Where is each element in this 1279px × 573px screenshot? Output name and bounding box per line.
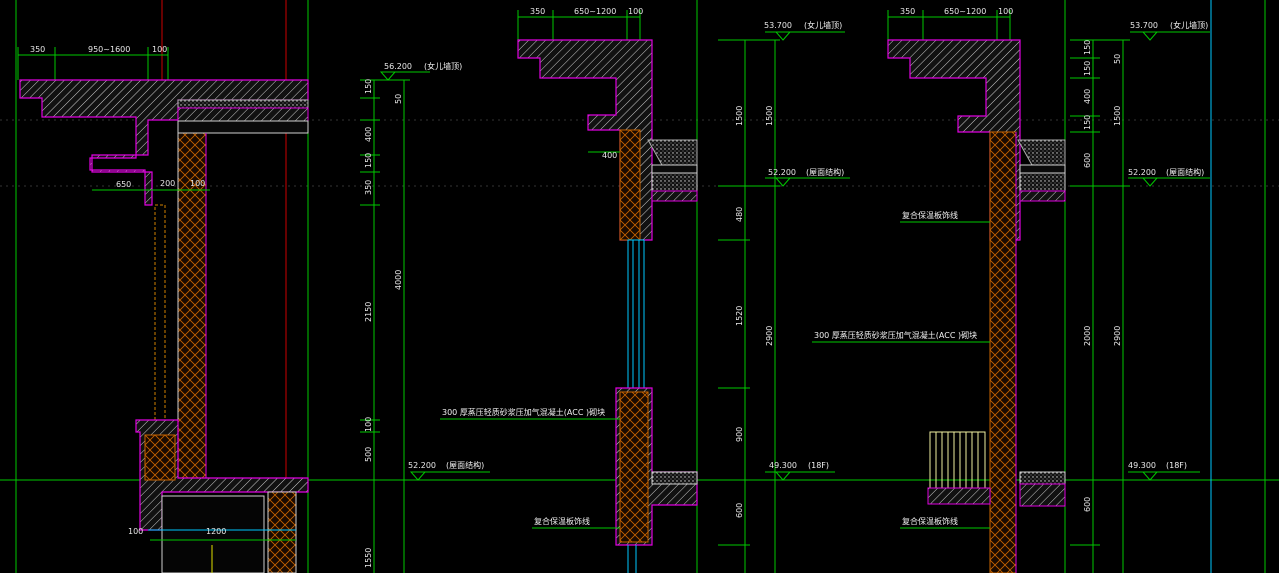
elevation-marker-mid: 52.200 (屋面结构) (765, 167, 850, 187)
dim-text: 500 (364, 447, 373, 462)
roof-slab (177, 107, 309, 122)
elevation-value: 53.700 (764, 21, 792, 30)
roof-fill (1017, 139, 1066, 166)
roof-insulation (177, 120, 309, 134)
dim-text: 150 (364, 79, 373, 94)
elevation-marker-top: 56.200 (女儿墙顶) (379, 61, 462, 81)
balcony-slab (927, 487, 991, 505)
dim-text: 100 (190, 179, 205, 188)
insulation-note: 复合保温板饰线 (902, 516, 958, 526)
roof-fill (647, 139, 698, 166)
dim-text: 150 (1083, 61, 1092, 76)
dim-text: 100 (628, 7, 643, 16)
dim-text: 150 (364, 153, 373, 168)
elevation-marker-top: 53.700 (女儿墙顶) (764, 20, 845, 41)
dim-text: 950~1600 (88, 45, 130, 54)
detail-c: 350 650~1200 100 复合保温板饰线 300 厚蒸压轻质砂浆压加气混… (812, 7, 1210, 573)
elevation-value: 49.300 (769, 461, 797, 470)
dim-text: 2900 (1113, 326, 1122, 346)
floor-layer (1019, 471, 1066, 485)
detail-c-top-dimension: 350 650~1200 100 (887, 7, 1013, 40)
dim-text: 400 (364, 127, 373, 142)
roof-layer (1019, 164, 1066, 174)
detail-b: 350 650~1200 100 400 300 厚蒸压轻质砂浆压加气混凝土(A… (440, 7, 850, 573)
elevation-note: (女儿墙顶) (424, 61, 462, 71)
elevation-note: (18F) (1166, 461, 1187, 470)
floor-slab (1019, 483, 1066, 507)
roof-insulation (1019, 172, 1066, 192)
lower-wall (144, 434, 176, 481)
wall-block (619, 129, 641, 241)
elevation-value: 53.700 (1130, 21, 1158, 30)
floor-layer (651, 471, 698, 485)
dim-text: 200 (160, 179, 175, 188)
dim-text: 1200 (206, 527, 226, 536)
dim-text: 650~1200 (944, 7, 986, 16)
lower-wall-right (267, 491, 297, 573)
elevation-note: (屋面结构) (806, 167, 844, 177)
wall-material-note: 300 厚蒸压轻质砂浆压加气混凝土(ACC )砌块 (814, 330, 977, 340)
dim-text: 600 (1083, 497, 1092, 512)
dim-text: 400 (1083, 89, 1092, 104)
wall-block (989, 131, 1017, 573)
window-frame (154, 204, 166, 421)
dim-text: 2900 (765, 326, 774, 346)
dim-text: 1500 (1113, 106, 1122, 126)
detail-a: 350 950~1600 100 650 200 100 100 1200 15… (17, 45, 490, 573)
dim-text: 480 (735, 207, 744, 222)
dim-text: 100 (998, 7, 1013, 16)
dim-text: 350 (30, 45, 45, 54)
dim-text: 4000 (394, 270, 403, 290)
dim-text: 1500 (735, 106, 744, 126)
window-glazing (627, 239, 645, 389)
wall-block (619, 391, 649, 543)
wall-material-note: 300 厚蒸压轻质砂浆压加气混凝土(ACC )砌块 (442, 407, 605, 417)
roof-insulation (651, 172, 698, 192)
insulation-note: 复合保温板饰线 (534, 516, 590, 526)
dim-text: 1520 (735, 306, 744, 326)
roof-layer (651, 164, 698, 174)
dim-text: 350 (364, 180, 373, 195)
dim-text: 650~1200 (574, 7, 616, 16)
dim-text: 100 (364, 417, 373, 432)
elevation-marker-bottom: 52.200 (屋面结构) (408, 460, 490, 481)
elevation-marker-mid: 52.200 (屋面结构) (1128, 167, 1210, 187)
dim-text: 150 (1083, 40, 1092, 55)
dim-text: 50 (1113, 54, 1122, 64)
elevation-value: 52.200 (768, 168, 796, 177)
elevation-value: 52.200 (1128, 168, 1156, 177)
elevation-value: 56.200 (384, 62, 412, 71)
dim-text: 2150 (364, 302, 373, 322)
dim-text: 600 (735, 503, 744, 518)
elevation-note: (女儿墙顶) (804, 20, 842, 30)
dim-text: 1550 (364, 548, 373, 568)
dim-text: 100 (152, 45, 167, 54)
dim-text: 350 (900, 7, 915, 16)
elevation-marker-bottom: 49.300 (18F) (1128, 461, 1200, 481)
roof-layer (177, 99, 309, 109)
dim-text: 400 (602, 151, 617, 160)
dim-text: 600 (1083, 153, 1092, 168)
insulation-note: 复合保温板饰线 (902, 210, 958, 220)
elevation-marker-top: 53.700 (女儿墙顶) (1130, 20, 1210, 41)
elevation-value: 52.200 (408, 461, 436, 470)
dim-text: 150 (1083, 115, 1092, 130)
detail-a-top-dimension: 350 950~1600 100 (17, 45, 169, 80)
dim-text: 650 (116, 180, 131, 189)
detail-b-top-dimension: 350 650~1200 100 (517, 7, 643, 40)
elevation-note: (女儿墙顶) (1170, 20, 1208, 30)
elevation-note: (屋面结构) (1166, 167, 1204, 177)
cad-drawing-canvas[interactable]: 350 950~1600 100 650 200 100 100 1200 15… (0, 0, 1279, 573)
elevation-note: (屋面结构) (446, 460, 484, 470)
dim-text: 50 (394, 94, 403, 104)
elevation-value: 49.300 (1128, 461, 1156, 470)
dim-text: 100 (128, 527, 143, 536)
dim-text: 1500 (765, 106, 774, 126)
dim-text: 900 (735, 427, 744, 442)
roof-slab (1019, 190, 1066, 202)
dim-text: 350 (530, 7, 545, 16)
elevation-note: (18F) (808, 461, 829, 470)
dim-text: 2000 (1083, 326, 1092, 346)
roof-slab (651, 190, 698, 202)
